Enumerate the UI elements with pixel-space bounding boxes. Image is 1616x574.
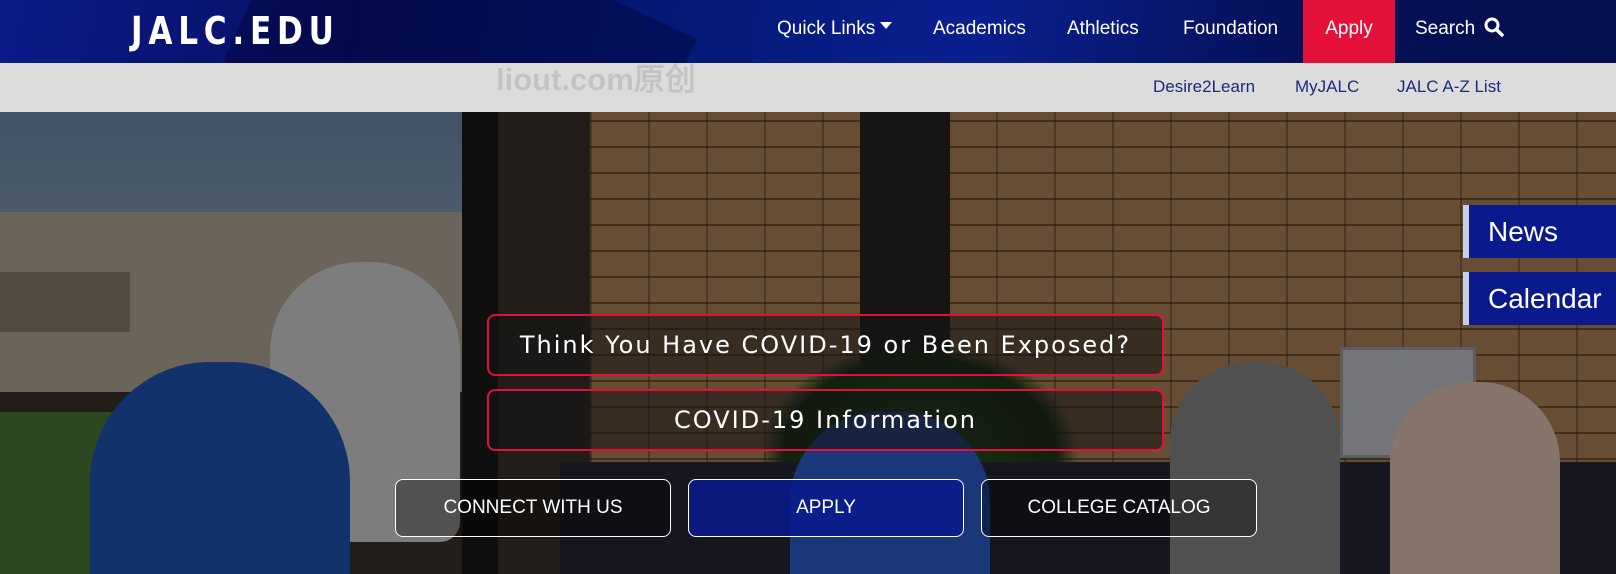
calendar-tab[interactable]: Calendar [1463, 272, 1616, 325]
covid-information-button[interactable]: COVID-19 Information [487, 389, 1164, 451]
nav-quick-links[interactable]: Quick Links [777, 0, 893, 63]
nav-search-label: Search [1415, 18, 1476, 39]
subnav-az-list[interactable]: JALC A-Z List [1397, 77, 1501, 97]
search-icon [1484, 17, 1505, 37]
caret-down-icon [880, 22, 893, 30]
nav-academics[interactable]: Academics [933, 0, 1026, 63]
connect-with-us-button[interactable]: CONNECT WITH US [395, 479, 671, 537]
covid-exposed-button[interactable]: Think You Have COVID-19 or Been Exposed? [487, 314, 1164, 376]
apply-button[interactable]: APPLY [688, 479, 964, 537]
top-navigation-bar: JALC.EDU Quick Links Academics Athletics… [0, 0, 1616, 63]
subnav-myjalc[interactable]: MyJALC [1295, 77, 1359, 97]
subnav-desire2learn[interactable]: Desire2Learn [1153, 77, 1255, 97]
nav-quick-links-label: Quick Links [777, 18, 876, 39]
secondary-navigation-bar [0, 63, 1616, 112]
nav-search[interactable]: Search [1415, 0, 1505, 63]
nav-apply[interactable]: Apply [1303, 0, 1395, 63]
nav-foundation[interactable]: Foundation [1183, 0, 1278, 63]
site-logo[interactable]: JALC.EDU [131, 6, 340, 56]
nav-athletics[interactable]: Athletics [1067, 0, 1139, 63]
college-catalog-button[interactable]: COLLEGE CATALOG [981, 479, 1257, 537]
news-tab[interactable]: News [1463, 205, 1616, 258]
watermark-text: liout.com原创 [496, 62, 696, 97]
